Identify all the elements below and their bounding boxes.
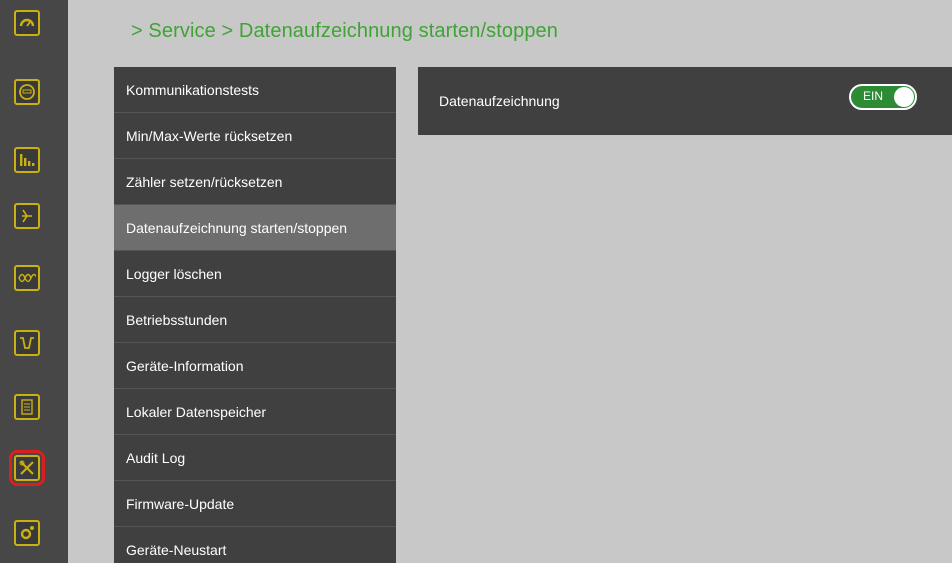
- app-window: > Service > Datenaufzeichnung starten/st…: [0, 0, 952, 563]
- submenu-item-device-restart[interactable]: Geräte-Neustart: [114, 527, 396, 563]
- submenu-item-firmware-update[interactable]: Firmware-Update: [114, 481, 396, 527]
- toggle-knob: [894, 87, 914, 107]
- meter-icon[interactable]: [14, 79, 40, 105]
- submenu-item-kommunikationstests[interactable]: Kommunikationstests: [114, 67, 396, 113]
- gauge-icon[interactable]: [14, 10, 40, 36]
- tools-icon[interactable]: [9, 450, 45, 486]
- waveform-icon[interactable]: [14, 265, 40, 291]
- dip-icon[interactable]: [14, 330, 40, 356]
- submenu-item-logger-delete[interactable]: Logger löschen: [114, 251, 396, 297]
- service-submenu: Kommunikationstests Min/Max-Werte rückse…: [114, 67, 396, 563]
- submenu-item-counter-reset[interactable]: Zähler setzen/rücksetzen: [114, 159, 396, 205]
- toggle-state-label: EIN: [863, 89, 884, 103]
- submenu-item-recording-start-stop[interactable]: Datenaufzeichnung starten/stoppen: [114, 205, 396, 251]
- recording-panel: Datenaufzeichnung EIN: [418, 67, 952, 135]
- submenu-item-local-storage[interactable]: Lokaler Datenspeicher: [114, 389, 396, 435]
- submenu-item-device-information[interactable]: Geräte-Information: [114, 343, 396, 389]
- submenu-item-audit-log[interactable]: Audit Log: [114, 435, 396, 481]
- recording-toggle[interactable]: EIN: [849, 84, 917, 110]
- submenu-item-operating-hours[interactable]: Betriebsstunden: [114, 297, 396, 343]
- bar-chart-icon[interactable]: [14, 147, 40, 173]
- settings-icon[interactable]: [14, 520, 40, 546]
- icon-sidebar: [0, 0, 68, 563]
- recording-label: Datenaufzeichnung: [439, 93, 560, 109]
- phasor-icon[interactable]: [14, 203, 40, 229]
- breadcrumb: > Service > Datenaufzeichnung starten/st…: [131, 20, 558, 42]
- report-icon[interactable]: [14, 394, 40, 420]
- submenu-item-minmax-reset[interactable]: Min/Max-Werte rücksetzen: [114, 113, 396, 159]
